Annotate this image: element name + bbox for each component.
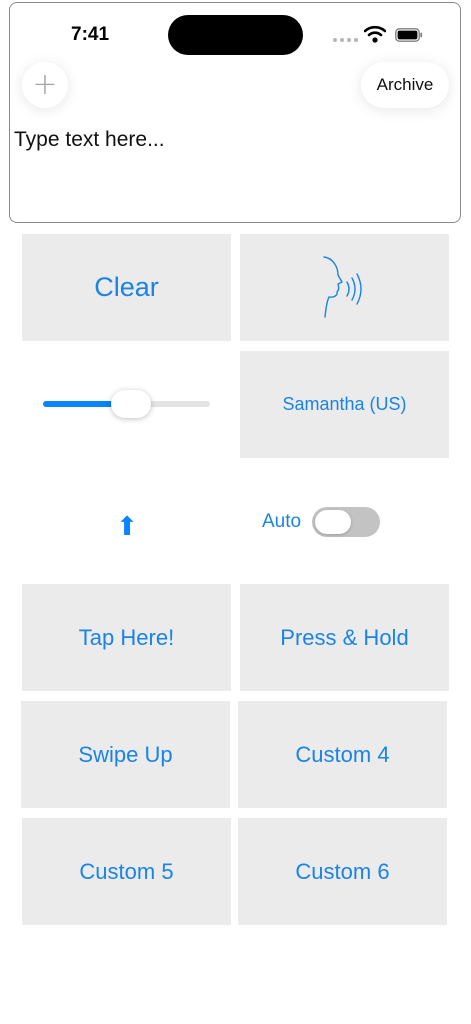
auto-label: Auto (262, 511, 302, 532)
voice-label: Samantha (US) (282, 394, 407, 414)
up-arrow-icon: ⬆ (116, 512, 138, 542)
custom-6-button[interactable]: Custom 6 (238, 818, 447, 925)
button-label: Press & Hold (280, 624, 409, 650)
tap-here-button[interactable]: Tap Here! (22, 584, 231, 691)
add-button[interactable]: + (22, 62, 68, 108)
voice-select-button[interactable]: Samantha (US) (240, 351, 449, 458)
swipe-up-button[interactable]: Swipe Up (21, 701, 230, 808)
custom-5-button[interactable]: Custom 5 (22, 818, 231, 925)
press-hold-button[interactable]: Press & Hold (240, 584, 449, 691)
clear-label: Clear (94, 272, 159, 302)
button-label: Tap Here! (78, 624, 175, 650)
slider-thumb[interactable] (110, 390, 151, 418)
plus-icon: + (32, 67, 58, 102)
button-label: Swipe Up (78, 741, 173, 767)
speaking-head-icon (322, 255, 362, 318)
speak-button[interactable] (240, 234, 449, 341)
up-arrow-button[interactable]: ⬆ (112, 510, 142, 544)
auto-toggle[interactable] (312, 507, 380, 537)
custom-4-button[interactable]: Custom 4 (238, 701, 447, 808)
button-label: Custom 6 (295, 858, 390, 884)
speech-text-input[interactable] (14, 128, 444, 214)
clear-button[interactable]: Clear (22, 234, 231, 341)
archive-button[interactable]: Archive (361, 62, 449, 108)
button-label: Custom 4 (295, 741, 390, 767)
button-label: Custom 5 (79, 858, 174, 884)
toggle-knob (315, 510, 351, 534)
